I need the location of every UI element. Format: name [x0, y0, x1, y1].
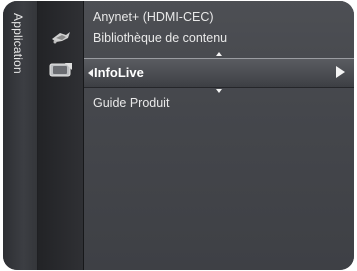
- scroll-up-arrow-icon: [216, 52, 222, 56]
- selection-left-arrow-icon: [88, 69, 93, 77]
- content-library-icon: [49, 63, 72, 77]
- menu-item-content-library[interactable]: Bibliothèque de contenu: [93, 31, 346, 45]
- menu-item-guide-produit[interactable]: Guide Produit: [93, 96, 346, 110]
- scroll-down-arrow-icon: [216, 89, 222, 93]
- tv-menu-frame: Application Anynet+ (HDMI-CEC) Bibliothè…: [3, 1, 354, 270]
- application-menu: Anynet+ (HDMI-CEC) Bibliothèque de conte…: [84, 1, 354, 270]
- menu-item-anynet[interactable]: Anynet+ (HDMI-CEC): [93, 10, 346, 24]
- icon-column: [38, 1, 84, 270]
- side-tab-label: Application: [11, 13, 25, 74]
- menu-item-infolive[interactable]: InfoLive: [84, 58, 354, 88]
- anynet-icon: [51, 32, 70, 44]
- application-side-tab: Application: [3, 1, 38, 270]
- submenu-right-arrow-icon: [336, 66, 345, 78]
- menu-item-infolive-label: InfoLive: [94, 65, 144, 80]
